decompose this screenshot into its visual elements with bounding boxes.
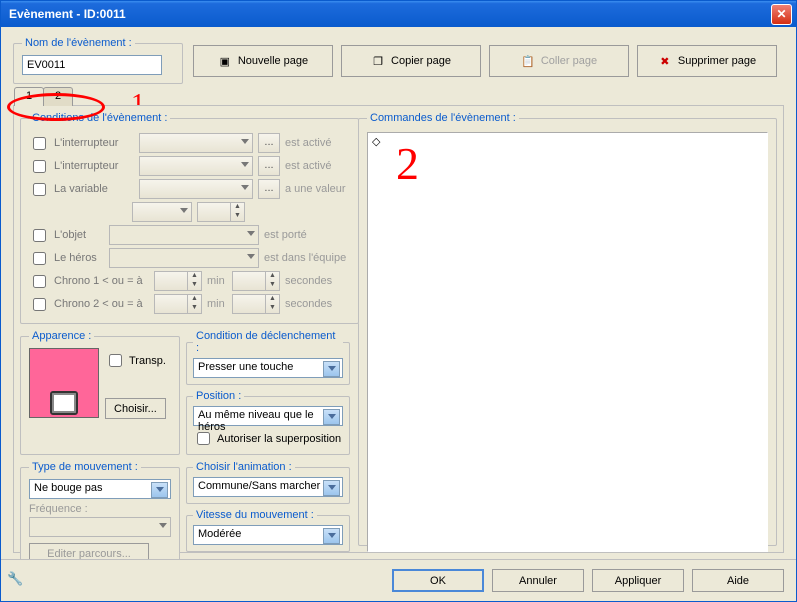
commands-group: Commandes de l'évènement : ◇ 2: [358, 112, 777, 546]
variable-combo: [139, 179, 253, 199]
tab-1[interactable]: 1: [14, 87, 44, 106]
chrono1-sec: ▲▼: [232, 271, 280, 291]
delete-icon: ✖: [658, 54, 672, 68]
move-type-group: Type de mouvement : Ne bouge pas Fréquen…: [20, 461, 180, 573]
chrono1-check[interactable]: [33, 275, 46, 288]
sprite-preview[interactable]: [29, 348, 99, 418]
page-buttons-row: ▣Nouvelle page ❐Copier page 📋Coller page…: [193, 37, 777, 77]
tab-2[interactable]: 2: [43, 87, 73, 106]
variable-op-combo: [132, 202, 192, 222]
switch2-browse: ...: [258, 156, 280, 176]
copy-page-button[interactable]: ❐Copier page: [341, 45, 481, 77]
switch1-combo: [139, 133, 253, 153]
event-name-input[interactable]: [22, 55, 162, 75]
ok-button[interactable]: OK: [392, 569, 484, 592]
dialog-buttons: 🔧 OK Annuler Appliquer Aide: [1, 559, 796, 601]
switch1-browse: ...: [258, 133, 280, 153]
commands-list[interactable]: ◇ 2: [367, 132, 768, 552]
new-page-button[interactable]: ▣Nouvelle page: [193, 45, 333, 77]
chrono2-sec: ▲▼: [232, 294, 280, 314]
anim-select[interactable]: Commune/Sans marcher: [193, 477, 343, 497]
switch2-combo: [139, 156, 253, 176]
command-line-empty[interactable]: ◇: [368, 133, 767, 150]
speed-group: Vitesse du mouvement :Modérée: [186, 509, 350, 552]
overlap-check[interactable]: [197, 432, 210, 445]
chrono2-check[interactable]: [33, 298, 46, 311]
variable-check[interactable]: [33, 183, 46, 196]
title-bar[interactable]: Evènement - ID:0011 ✕: [1, 1, 796, 27]
cancel-button[interactable]: Annuler: [492, 569, 584, 592]
conditions-legend: Conditions de l'évènement :: [29, 112, 170, 124]
transp-check[interactable]: [109, 354, 122, 367]
anim-group: Choisir l'animation :Commune/Sans marche…: [186, 461, 350, 504]
page-content-panel: 1 2 Conditions de l'évènement : L'interr…: [13, 105, 784, 553]
paste-icon: 📋: [521, 54, 535, 68]
speed-select[interactable]: Modérée: [193, 525, 343, 545]
item-check[interactable]: [33, 229, 46, 242]
position-select[interactable]: Au même niveau que le héros: [193, 406, 343, 426]
new-page-icon: ▣: [218, 54, 232, 68]
apparence-group: Apparence : Transp. Choisir...: [20, 330, 180, 455]
trigger-group: Condition de déclenchement :Presser une …: [186, 330, 350, 385]
grip-icon: 🔧: [7, 571, 25, 589]
hero-combo: [109, 248, 259, 268]
apparence-legend: Apparence :: [29, 330, 94, 342]
choose-sprite-button[interactable]: Choisir...: [105, 398, 166, 419]
conditions-group: Conditions de l'évènement : L'interrupte…: [20, 112, 359, 324]
freq-combo: [29, 517, 171, 537]
chrono2-min: ▲▼: [154, 294, 202, 314]
paste-page-button: 📋Coller page: [489, 45, 629, 77]
move-type-select[interactable]: Ne bouge pas: [29, 479, 171, 499]
hero-check[interactable]: [33, 252, 46, 265]
copy-icon: ❐: [371, 54, 385, 68]
variable-browse: ...: [258, 179, 280, 199]
position-group: Position :Au même niveau que le hérosAut…: [186, 390, 350, 455]
switch1-check[interactable]: [33, 137, 46, 150]
event-editor-window: Evènement - ID:0011 ✕ Nom de l'évènement…: [0, 0, 797, 602]
delete-page-button[interactable]: ✖Supprimer page: [637, 45, 777, 77]
commands-legend: Commandes de l'évènement :: [367, 112, 519, 124]
freq-label: Fréquence :: [29, 503, 171, 515]
trigger-select[interactable]: Presser une touche: [193, 358, 343, 378]
transp-row[interactable]: Transp.: [105, 351, 166, 370]
variable-value-spin: ▲▼: [197, 202, 245, 222]
page-tabs: 1 2: [14, 87, 72, 106]
event-name-legend: Nom de l'évènement :: [22, 37, 135, 49]
event-name-group: Nom de l'évènement :: [13, 37, 183, 84]
close-icon[interactable]: ✕: [771, 4, 792, 25]
help-button[interactable]: Aide: [692, 569, 784, 592]
switch2-check[interactable]: [33, 160, 46, 173]
item-combo: [109, 225, 259, 245]
apply-button[interactable]: Appliquer: [592, 569, 684, 592]
chrono1-min: ▲▼: [154, 271, 202, 291]
window-title: Evènement - ID:0011: [5, 7, 126, 21]
